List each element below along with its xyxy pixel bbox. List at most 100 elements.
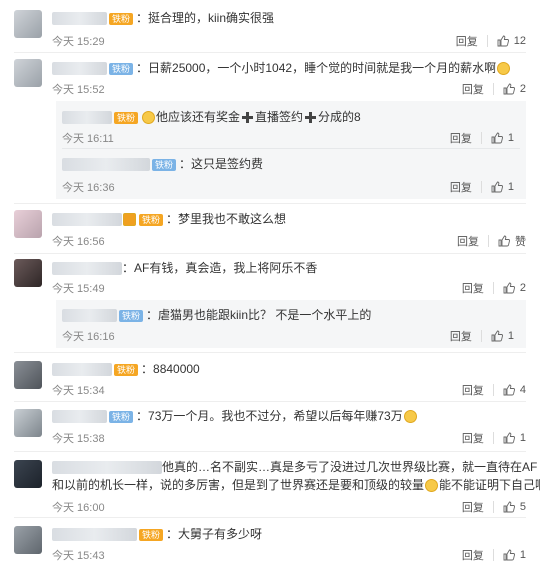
comment-text: ：73万一个月。我也不过分，希望以后每年赚73万 <box>136 409 403 423</box>
comment-header: 铁粉 ：大舅子有多少呀 <box>52 526 262 542</box>
comment-item: 他真的…名不副实…真是多亏了没进过几次世界级比赛，就一直待在AF 就 和以前的机… <box>0 452 540 517</box>
reply-list: 铁粉 ：虐猫男也能跟kiin比？ 不是一个水平上的 今天 16:16 回复 1 <box>56 300 526 348</box>
reply-button[interactable]: 回复 <box>457 233 479 249</box>
thumbs-up-icon[interactable] <box>498 235 510 247</box>
username[interactable] <box>52 528 137 542</box>
username[interactable] <box>62 111 112 125</box>
reply-list: 铁粉 他应该还有奖金 直播签约 分成的8 今天 16:11 回复 1 铁粉 ：这只是签约费… <box>56 101 526 199</box>
fan-badge: 铁粉 <box>139 528 164 541</box>
avatar[interactable] <box>14 361 42 389</box>
like-count: 1 <box>519 432 526 444</box>
comment-text: ：挺合理的，kiin确实很强 <box>136 11 275 25</box>
reply-button[interactable]: 回复 <box>450 130 472 146</box>
fan-badge: 铁粉 <box>119 309 144 322</box>
fan-badge: 铁粉 <box>114 363 139 376</box>
comment-actions: 回复 1 <box>462 547 526 563</box>
username[interactable] <box>52 62 107 76</box>
plus-icon <box>305 112 317 124</box>
fan-badge: 铁粉 <box>109 12 134 25</box>
comment-text-line: 和以前的机长一样，说的多厉害，但是到了世界赛还是要和顶级的较量 能不能证明下自己啊 <box>52 477 540 493</box>
thumbs-up-icon[interactable] <box>503 282 515 294</box>
reply-button[interactable]: 回复 <box>462 499 484 515</box>
reply-button[interactable]: 回复 <box>462 430 484 446</box>
thumbs-up-icon[interactable] <box>503 549 515 561</box>
comment-text: ：大舅子有多少呀 <box>166 527 263 541</box>
like-count: 5 <box>519 501 526 513</box>
like-count: 1 <box>507 132 514 144</box>
reply-button[interactable]: 回复 <box>462 382 484 398</box>
username[interactable] <box>52 410 107 424</box>
reply-text: ：虐猫男也能跟kiin比？ 不是一个水平上的 <box>146 308 372 322</box>
vip-icon <box>123 213 136 227</box>
reply-button[interactable]: 回复 <box>462 280 484 296</box>
comment-text: ：AF有钱，真会造，我上将阿乐不香 <box>122 261 318 275</box>
sweat-emoji-icon <box>497 62 511 76</box>
thumbs-up-icon[interactable] <box>491 181 503 193</box>
avatar[interactable] <box>14 526 42 554</box>
smile-emoji-icon <box>142 111 156 125</box>
like-count: 1 <box>507 181 514 193</box>
avatar[interactable] <box>14 10 42 38</box>
comment-actions: 回复 1 <box>462 430 526 446</box>
reply-header: 铁粉 ：这只是签约费 <box>62 156 263 172</box>
comment-actions: 回复 5 <box>462 499 526 515</box>
comment-header: 他真的…名不副实…真是多亏了没进过几次世界级比赛，就一直待在AF 就 <box>52 459 540 475</box>
fan-badge: 铁粉 <box>152 158 177 171</box>
comment-header: ：AF有钱，真会造，我上将阿乐不香 <box>52 260 317 276</box>
avatar[interactable] <box>14 59 42 87</box>
reply-actions: 回复 1 <box>450 179 514 195</box>
thumbs-up-icon[interactable] <box>491 330 503 342</box>
username[interactable] <box>52 461 162 475</box>
comment-text: ：梦里我也不敢这么想 <box>166 212 287 226</box>
username[interactable] <box>52 363 112 377</box>
comment-actions: 回复 2 <box>462 280 526 296</box>
comment-item: 铁粉 ：8840000 今天 15:34 回复 4 <box>0 353 540 403</box>
like-count: 2 <box>519 83 526 95</box>
timestamp: 今天 15:29 <box>52 36 105 48</box>
like-count: 赞 <box>515 236 526 248</box>
reply-actions: 回复 1 <box>450 130 514 146</box>
reply-button[interactable]: 回复 <box>456 33 478 49</box>
timestamp: 今天 15:34 <box>52 385 105 397</box>
thumbs-up-icon[interactable] <box>503 83 515 95</box>
timestamp: 今天 16:36 <box>62 182 115 194</box>
reply-button[interactable]: 回复 <box>450 179 472 195</box>
timestamp: 今天 16:56 <box>52 236 105 248</box>
thumbs-up-icon[interactable] <box>491 132 503 144</box>
username[interactable] <box>62 309 117 323</box>
comment-header: 铁粉 ：梦里我也不敢这么想 <box>52 211 286 227</box>
timestamp: 今天 15:43 <box>52 550 105 562</box>
avatar[interactable] <box>14 409 42 437</box>
reply-header: 铁粉 他应该还有奖金 直播签约 分成的8 <box>62 109 361 125</box>
worried-emoji-icon <box>425 479 439 493</box>
username[interactable] <box>62 158 150 172</box>
reply-header: 铁粉 ：虐猫男也能跟kiin比？ 不是一个水平上的 <box>62 307 371 323</box>
thumbs-up-icon[interactable] <box>503 432 515 444</box>
comment-header: 铁粉 ：8840000 <box>52 361 200 377</box>
grin-emoji-icon <box>403 410 417 424</box>
username[interactable] <box>52 12 107 26</box>
plus-icon <box>242 112 254 124</box>
avatar[interactable] <box>14 210 42 238</box>
username[interactable] <box>52 262 122 276</box>
comment-text: 他真的…名不副实…真是多亏了没进过几次世界级比赛，就一直待在AF 就 <box>162 460 540 474</box>
timestamp: 今天 16:00 <box>52 502 105 514</box>
username[interactable] <box>52 213 122 227</box>
thumbs-up-icon[interactable] <box>503 384 515 396</box>
avatar[interactable] <box>14 259 42 287</box>
timestamp: 今天 15:52 <box>52 84 105 96</box>
reply-button[interactable]: 回复 <box>462 547 484 563</box>
comment-actions: 回复 2 <box>462 81 526 97</box>
comment-header: 铁粉 ：挺合理的，kiin确实很强 <box>52 10 274 26</box>
thumbs-up-icon[interactable] <box>497 35 509 47</box>
reply-button[interactable]: 回复 <box>462 81 484 97</box>
timestamp: 今天 16:11 <box>62 133 114 145</box>
thumbs-up-icon[interactable] <box>503 501 515 513</box>
reply-button[interactable]: 回复 <box>450 328 472 344</box>
comment-text: 能不能证明下自己啊 <box>439 478 540 492</box>
comment-header: 铁粉 ：73万一个月。我也不过分，希望以后每年赚73万 <box>52 408 418 424</box>
comment-text: ：8840000 <box>141 362 200 376</box>
comment-actions: 回复 4 <box>462 382 526 398</box>
avatar[interactable] <box>14 460 42 488</box>
comment-item: 铁粉 ：73万一个月。我也不过分，希望以后每年赚73万 今天 15:38 回复 1 <box>0 402 540 452</box>
